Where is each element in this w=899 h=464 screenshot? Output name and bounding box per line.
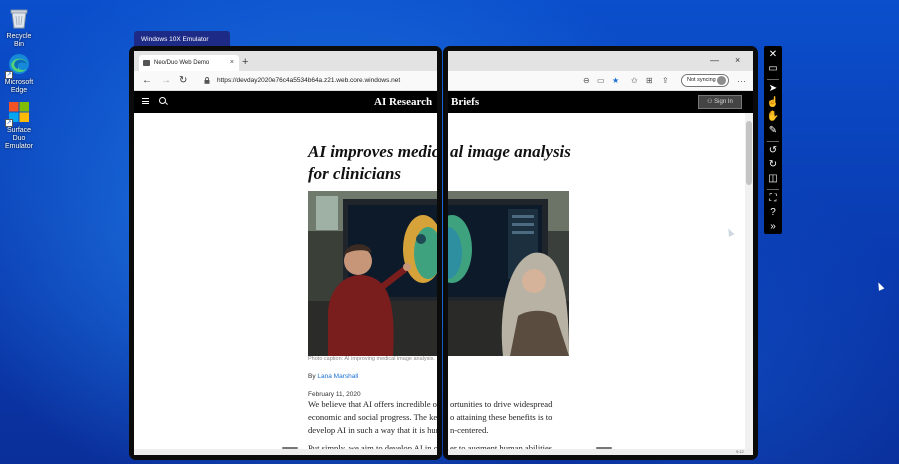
favorites-icon[interactable]: ✩ — [631, 76, 638, 86]
mouse-pointer-icon — [875, 281, 885, 291]
author-link[interactable]: Lana Marshall — [317, 373, 358, 380]
desktop-icon-label: Microsoft Edge — [4, 79, 34, 94]
edge-icon: ↗ — [5, 52, 31, 79]
tray-clock: 9:12 — [736, 449, 744, 454]
site-header: AI Research — [134, 91, 437, 113]
profile-avatar-icon — [717, 76, 726, 85]
gesture-handle[interactable] — [282, 447, 298, 449]
article-headline-line2: for clinicians — [308, 164, 402, 183]
site-title-left: AI Research — [374, 96, 433, 108]
byline-prefix: By — [308, 373, 316, 380]
help-icon[interactable]: ? — [764, 206, 782, 220]
article-headline-line1-left: AI improves medic — [308, 142, 437, 161]
more-options-icon[interactable]: ··· — [737, 76, 746, 86]
left-screen: Neo/Duo Web Demo × + ← → ↻ https://devda… — [129, 46, 442, 460]
body-line: n-centered. — [450, 425, 489, 435]
share-icon[interactable]: ⇪ — [662, 76, 669, 86]
address-bar-row-right: ⊖ ▭ ★ ✩ ⊞ ⇪ Not syncing ··· — [448, 71, 753, 91]
rotate-right-icon[interactable]: ↻ — [764, 158, 782, 172]
left-bottom-bar — [134, 449, 437, 455]
address-bar-row: ← → ↻ https://devday2020e76c4a5534b64a.z… — [134, 71, 437, 91]
dual-screen-device: Neo/Duo Web Demo × + ← → ↻ https://devda… — [129, 46, 758, 460]
url-field[interactable]: https://devday2020e76c4a5534b64a.z21.web… — [217, 77, 400, 84]
close-window-button[interactable]: × — [735, 54, 740, 66]
new-tab-button[interactable]: + — [242, 55, 248, 69]
gesture-handle[interactable] — [596, 447, 612, 449]
touch-icon[interactable]: ☝ — [764, 96, 782, 110]
browser-tab-title: Neo/Duo Web Demo — [154, 60, 210, 66]
search-icon[interactable] — [159, 97, 166, 104]
screenshot-icon[interactable]: ⛶ — [764, 192, 782, 206]
desktop-icon-label: Surface Duo Emulator — [4, 127, 33, 150]
article-photo-left — [308, 191, 437, 356]
site-header-right: Briefs ⚇ Sign In — [448, 91, 753, 113]
more-icon[interactable]: » — [764, 220, 782, 234]
close-icon[interactable]: ✕ — [764, 48, 782, 62]
body-line: economic and social progress. The key t — [308, 412, 437, 422]
close-tab-icon[interactable]: × — [230, 55, 234, 71]
favorite-star-icon[interactable]: ★ — [612, 76, 619, 86]
photo-caption: Photo caption: AI improving medical imag… — [308, 356, 435, 362]
pen-icon[interactable]: ✎ — [764, 124, 782, 138]
browser-tab[interactable]: Neo/Duo Web Demo × — [139, 55, 239, 71]
desktop-icon-label: Recycle Bin — [6, 33, 32, 48]
dual-screen-icon[interactable]: ◫ — [764, 172, 782, 186]
sync-status-label: Not syncing — [687, 77, 716, 83]
collections-icon[interactable]: ⊞ — [646, 76, 653, 86]
sync-status-button[interactable]: Not syncing — [681, 74, 729, 87]
recycle-bin-icon — [7, 6, 31, 30]
windows-logo-icon: ↗ — [5, 100, 31, 127]
article-photo-right — [448, 191, 569, 356]
article-byline: By Lana Marshall — [308, 373, 358, 380]
minimize-window-button[interactable]: — — [710, 54, 719, 66]
lock-icon — [204, 77, 210, 84]
desktop-icon-recycle-bin[interactable]: Recycle Bin — [2, 6, 36, 49]
immersive-reader-icon[interactable]: ▭ — [597, 76, 605, 86]
shortcut-arrow-icon: ↗ — [5, 71, 13, 79]
left-screen-display: Neo/Duo Web Demo × + ← → ↻ https://devda… — [134, 51, 437, 455]
sign-in-button[interactable]: ⚇ Sign In — [698, 95, 742, 109]
browser-tab-strip: Neo/Duo Web Demo × + — [134, 51, 437, 71]
body-line: ortunities to drive widespread — [450, 399, 553, 409]
right-bottom-bar — [448, 449, 753, 455]
forward-button[interactable]: → — [161, 75, 171, 87]
body-line: develop AI in such a way that it is huma — [308, 425, 437, 435]
multi-touch-icon[interactable]: ✋ — [764, 110, 782, 124]
site-title-right: Briefs — [451, 96, 480, 108]
reader-view-icon[interactable]: ⊖ — [583, 76, 590, 86]
page-favicon-icon — [143, 60, 150, 66]
body-line: We believe that AI offers incredible opp — [308, 399, 437, 409]
right-screen-display: — × ⊖ ▭ ★ ✩ ⊞ ⇪ Not syncing ··· Briefs ⚇… — [448, 51, 753, 455]
body-line: o attaining these benefits is to — [450, 412, 553, 422]
hamburger-menu-icon[interactable] — [142, 98, 149, 104]
emulator-toolbar: ✕ ▭ ➤ ☝ ✋ ✎ ↺ ↻ ◫ ⛶ ? » — [764, 46, 782, 234]
browser-tab-strip-right: — × — [448, 51, 753, 71]
refresh-button[interactable]: ↻ — [179, 75, 187, 87]
article-headline-line1-right: al image analysis — [450, 142, 571, 161]
shortcut-arrow-icon: ↗ — [5, 119, 13, 127]
rotate-left-icon[interactable]: ↺ — [764, 144, 782, 158]
article-date: February 11, 2020 — [308, 391, 361, 398]
minimize-icon[interactable]: ▭ — [764, 62, 782, 76]
desktop-icon-duo-emulator[interactable]: ↗ Surface Duo Emulator — [2, 100, 36, 151]
back-button[interactable]: ← — [142, 75, 152, 87]
select-pointer-icon[interactable]: ➤ — [764, 82, 782, 96]
desktop-icon-edge[interactable]: ↗ Microsoft Edge — [2, 52, 36, 95]
scrollbar-thumb[interactable] — [746, 121, 752, 185]
right-screen: — × ⊖ ▭ ★ ✩ ⊞ ⇪ Not syncing ··· Briefs ⚇… — [443, 46, 758, 460]
sign-in-label: Sign In — [714, 99, 733, 105]
